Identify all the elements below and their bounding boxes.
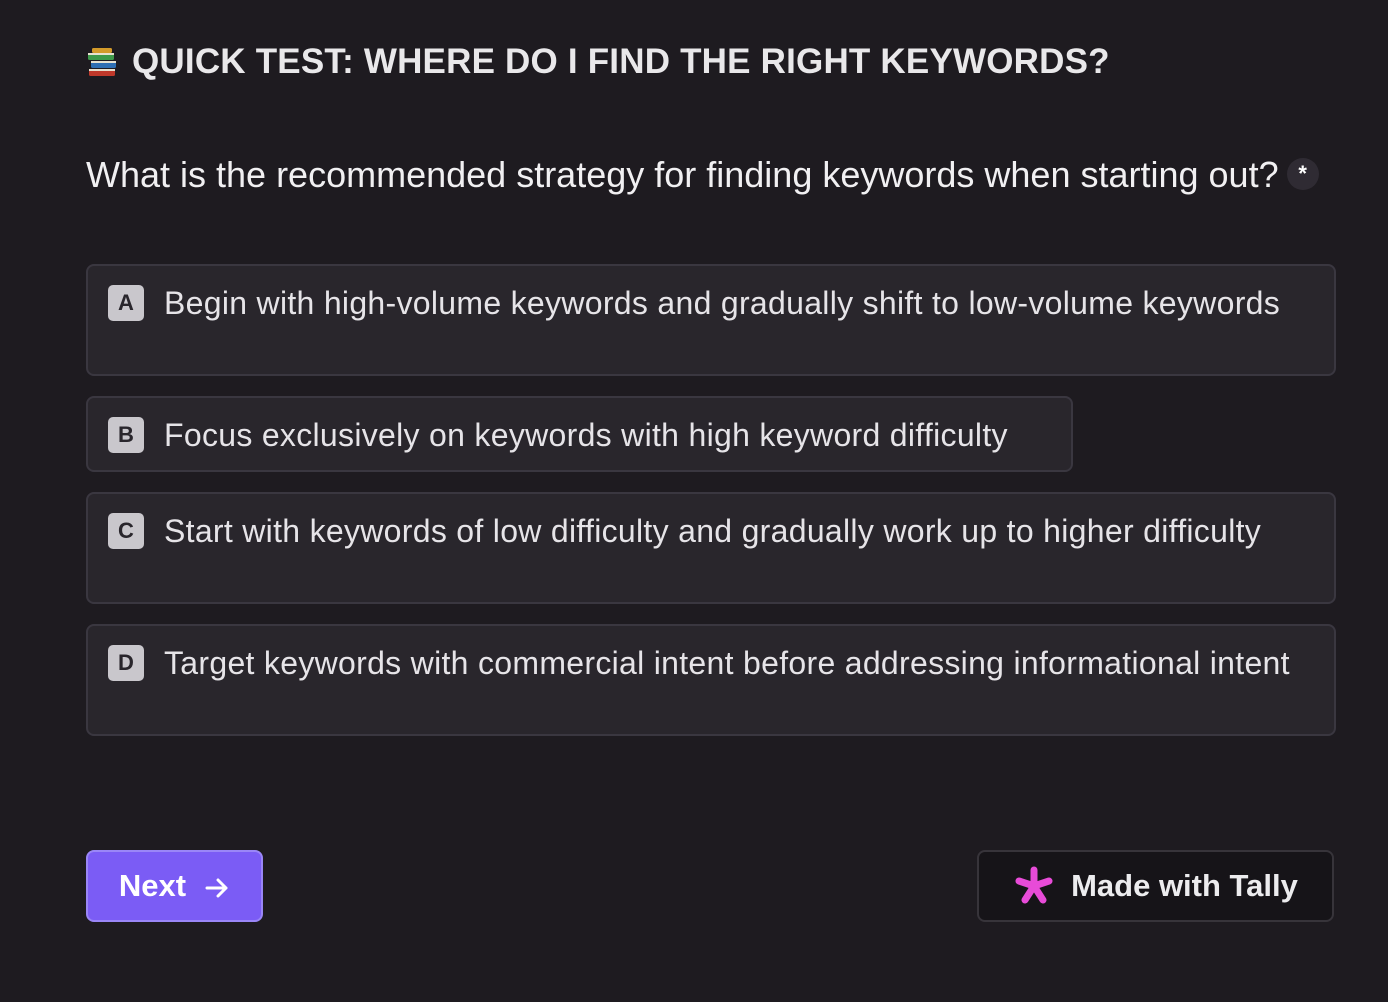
arrow-right-icon xyxy=(204,873,230,899)
books-icon xyxy=(86,45,120,79)
option-label-c: Start with keywords of low difficulty an… xyxy=(164,513,1262,549)
form-title: QUICK TEST: WHERE DO I FIND THE RIGHT KE… xyxy=(86,42,1110,82)
option-a[interactable]: A Begin with high-volume keywords and gr… xyxy=(86,264,1336,376)
question-text: What is the recommended strategy for fin… xyxy=(86,152,1326,197)
option-label-b: Focus exclusively on keywords with high … xyxy=(164,417,1008,453)
next-button[interactable]: Next xyxy=(86,850,263,922)
option-key-b: B xyxy=(108,417,144,453)
form-title-text: QUICK TEST: WHERE DO I FIND THE RIGHT KE… xyxy=(132,42,1110,81)
option-label-d: Target keywords with commercial intent b… xyxy=(164,645,1290,681)
next-button-label: Next xyxy=(118,868,187,903)
option-key-c: C xyxy=(108,513,144,549)
required-indicator: * xyxy=(1286,158,1319,191)
option-b[interactable]: B Focus exclusively on keywords with hig… xyxy=(86,396,1073,472)
option-key-a: A xyxy=(108,285,144,321)
made-with-tally-badge[interactable]: Made with Tally xyxy=(977,850,1334,922)
option-label-a: Begin with high-volume keywords and grad… xyxy=(164,285,1281,321)
form-page: QUICK TEST: WHERE DO I FIND THE RIGHT KE… xyxy=(0,0,1388,1002)
option-key-d: D xyxy=(108,645,144,681)
tally-badge-label: Made with Tally xyxy=(1071,868,1298,903)
tally-asterisk-icon xyxy=(1013,865,1055,907)
option-c[interactable]: C Start with keywords of low difficulty … xyxy=(86,492,1336,604)
option-d[interactable]: D Target keywords with commercial intent… xyxy=(86,624,1336,736)
question-label: What is the recommended strategy for fin… xyxy=(86,154,1279,195)
